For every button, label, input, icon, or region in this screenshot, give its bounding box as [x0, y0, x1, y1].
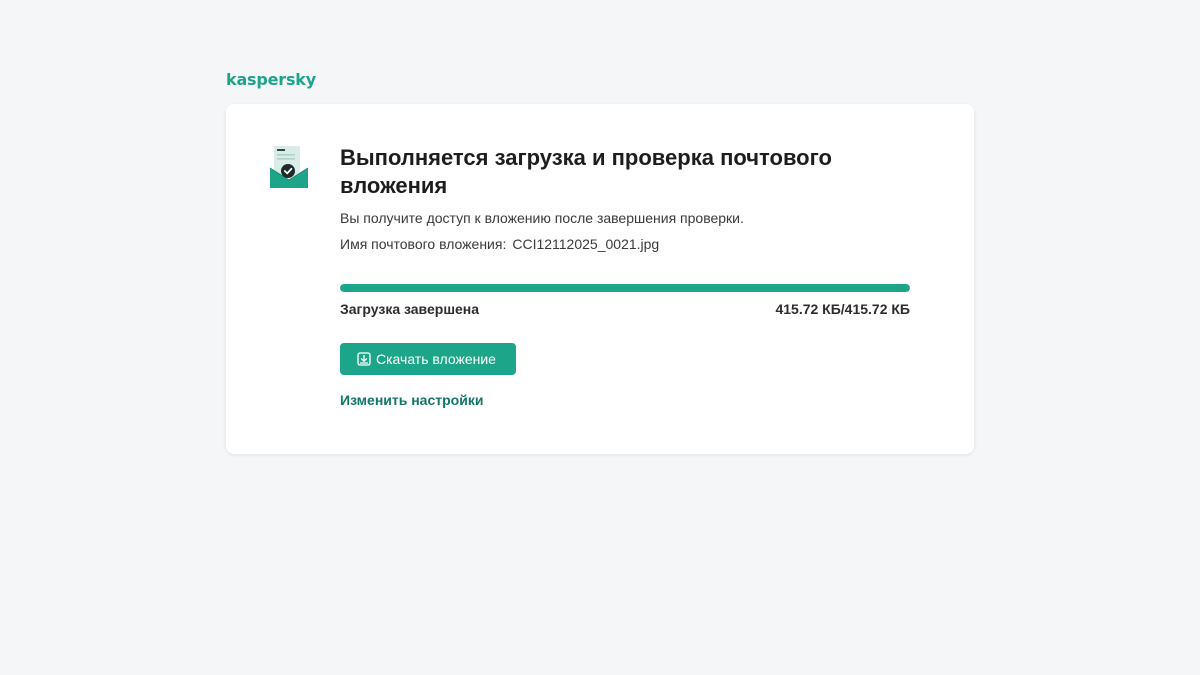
mail-attachment-check-icon	[268, 144, 310, 190]
attachment-name-label: Имя почтового вложения:	[340, 236, 507, 252]
page-title: Выполняется загрузка и проверка почтовог…	[340, 145, 832, 198]
download-progress-fill	[340, 284, 910, 292]
attachment-name-line: Имя почтового вложения: CCI12112025_0021.…	[340, 234, 910, 254]
progress-info: Загрузка завершена 415.72 КБ/415.72 КБ	[340, 299, 910, 319]
download-size: 415.72 КБ/415.72 КБ	[775, 301, 910, 317]
download-status: Загрузка завершена	[340, 301, 480, 317]
download-icon	[357, 352, 371, 366]
download-attachment-button[interactable]: Скачать вложение	[340, 343, 516, 375]
scan-info-text: Вы получите доступ к вложению после заве…	[340, 210, 744, 226]
download-button-label: Скачать вложение	[376, 351, 496, 367]
kaspersky-logo: kaspersky	[226, 70, 316, 89]
card-content: Выполняется загрузка и проверка почтовог…	[340, 144, 910, 410]
attachment-file-name: CCI12112025_0021.jpg	[512, 236, 660, 252]
download-progress-bar	[340, 284, 910, 292]
change-settings-link[interactable]: Изменить настройки	[340, 390, 910, 410]
attachment-card: Выполняется загрузка и проверка почтовог…	[226, 104, 974, 454]
